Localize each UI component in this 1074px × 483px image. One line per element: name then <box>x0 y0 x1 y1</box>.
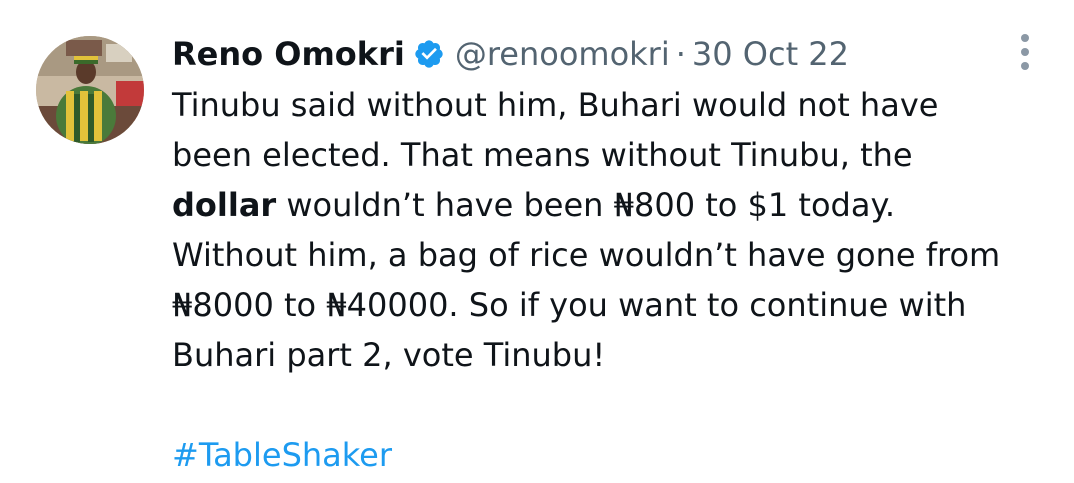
hashtag-link[interactable]: #TableShaker <box>172 430 392 480</box>
more-dot <box>1021 48 1029 56</box>
more-vertical-icon[interactable] <box>1014 32 1036 72</box>
tweet-text-line: ₦8000 to ₦40000. So if you want to conti… <box>172 286 967 324</box>
more-dot <box>1021 62 1029 70</box>
tweet: Reno Omokri @renoomokri · 30 Oct 22 Tinu… <box>0 0 1074 483</box>
tweet-text-line: Tinubu said without him, Buhari would no… <box>172 86 939 124</box>
more-dot <box>1021 34 1029 42</box>
tweet-text: Tinubu said without him, Buhari would no… <box>172 80 1052 380</box>
tweet-text-segment: wouldn’t have been ₦800 to $1 today. <box>276 186 895 224</box>
tweet-text-line: Without him, a bag of rice wouldn’t have… <box>172 236 1001 274</box>
tweet-date[interactable]: 30 Oct 22 <box>692 35 849 73</box>
avatar[interactable] <box>36 36 144 144</box>
avatar-image <box>36 36 144 144</box>
tweet-header: Reno Omokri @renoomokri · 30 Oct 22 <box>172 30 849 78</box>
header-separator: · <box>675 35 686 73</box>
tweet-text-line: been elected. That means without Tinubu,… <box>172 136 913 174</box>
bold-word: dollar <box>172 186 277 224</box>
author-name[interactable]: Reno Omokri <box>172 35 405 73</box>
tweet-text-line: dollar wouldn’t have been ₦800 to $1 tod… <box>172 180 1052 230</box>
author-handle[interactable]: @renoomokri <box>455 35 670 73</box>
verified-badge-icon <box>413 38 445 70</box>
tweet-text-line: Buhari part 2, vote Tinubu! <box>172 336 606 374</box>
